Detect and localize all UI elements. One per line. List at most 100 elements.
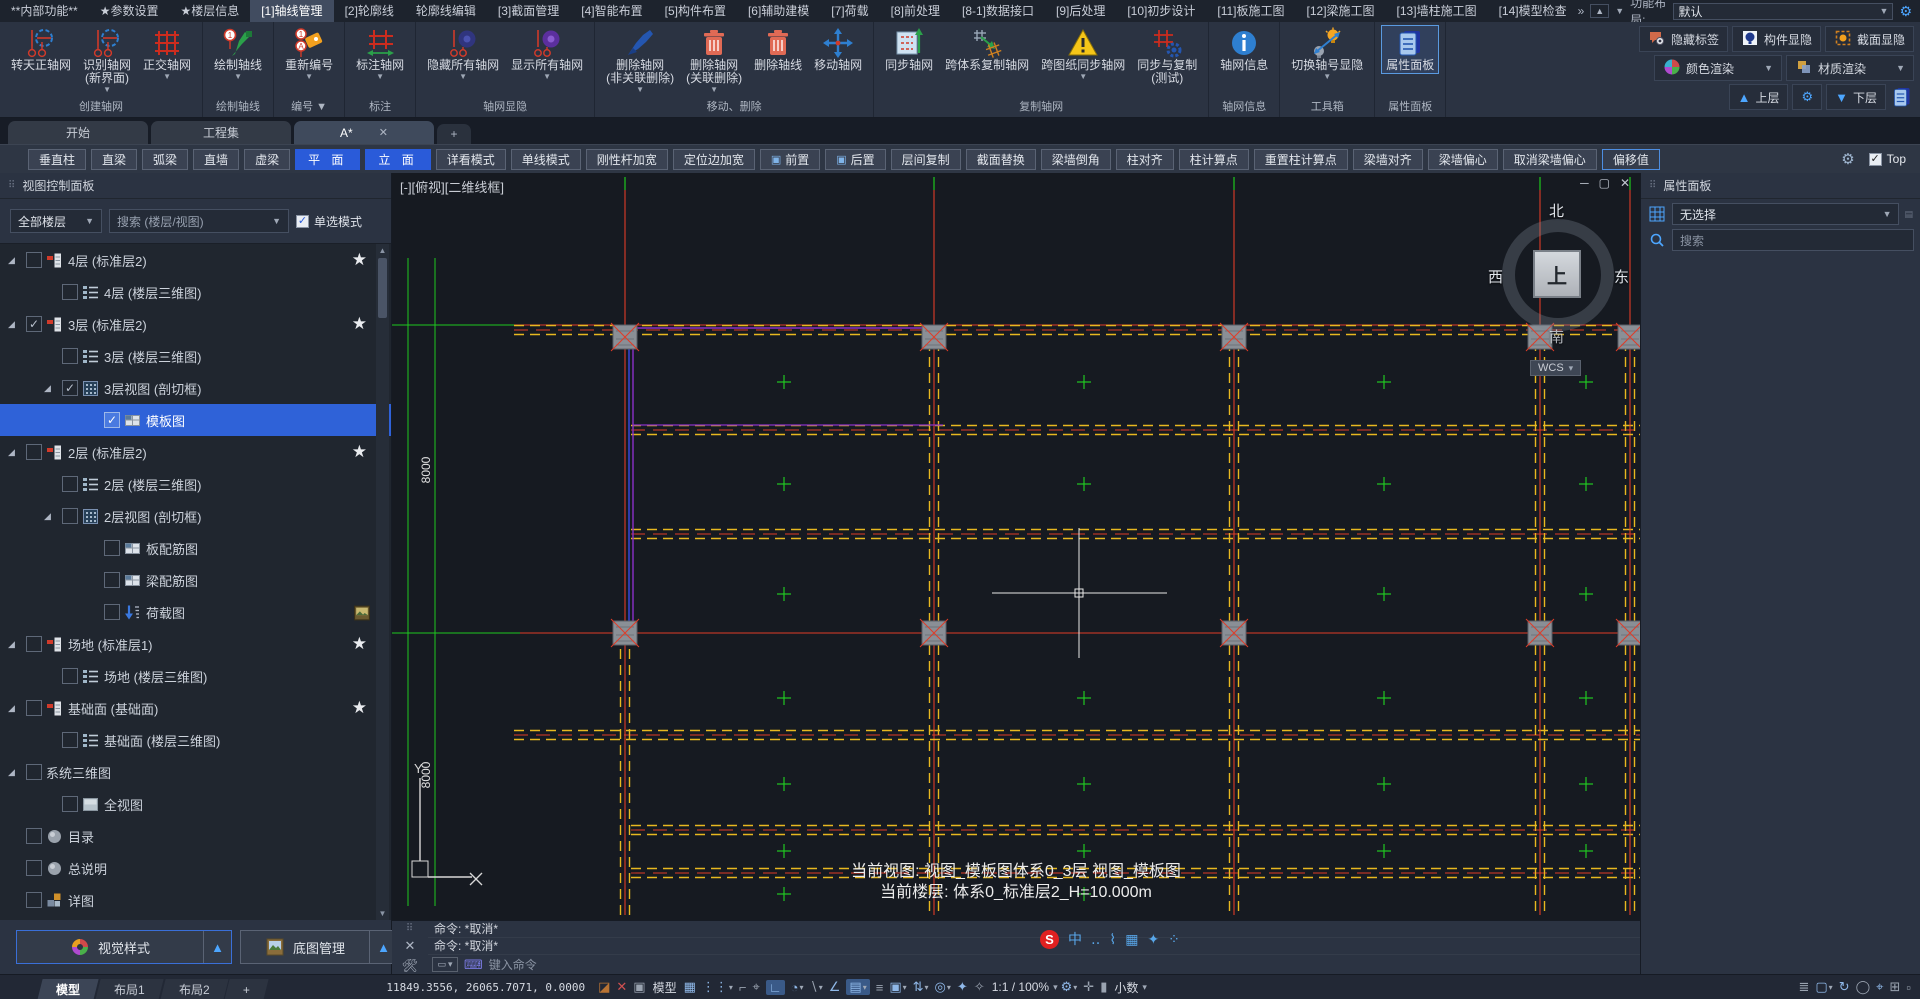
view-compass-top-button[interactable]: 上 bbox=[1533, 250, 1581, 298]
ribbon-right-button-构件显隐[interactable]: 构件显隐 bbox=[1732, 26, 1821, 52]
ime-mic-icon[interactable]: ⌇ bbox=[1109, 931, 1116, 948]
tree-checkbox[interactable] bbox=[26, 636, 42, 652]
polar-tracking-icon[interactable]: ◔▾ bbox=[791, 980, 804, 995]
toolbar-button-后置[interactable]: ▣后置 bbox=[825, 149, 885, 170]
selection-dropdown[interactable]: 无选择 ▼ bbox=[1672, 203, 1899, 225]
ribbon-button-跨图纸同步轴网[interactable]: 跨图纸同步轴网▼ bbox=[1036, 25, 1130, 83]
toolbar-button-定位边加宽[interactable]: 定位边加宽 bbox=[673, 149, 755, 170]
favorite-star-icon[interactable]: ★ bbox=[352, 250, 367, 270]
menu-item-轮廓线编辑[interactable]: 轮廓线编辑 bbox=[405, 0, 487, 22]
transparency-icon[interactable]: ≡ bbox=[876, 980, 884, 995]
expand-arrow-icon[interactable]: ◢ bbox=[44, 383, 51, 394]
ime-handwrite-icon[interactable]: ✦ bbox=[1147, 931, 1159, 948]
ribbon-right-button-截面显隐[interactable]: 截面显隐 bbox=[1825, 26, 1914, 52]
menu-item-14模型检查[interactable]: [14]模型检查 bbox=[1488, 0, 1578, 22]
ribbon-button-同步与复制(测试)[interactable]: 同步与复制(测试) bbox=[1132, 25, 1202, 87]
close-icon[interactable]: ✕ bbox=[379, 126, 388, 139]
document-tab-开始[interactable]: 开始 bbox=[8, 121, 148, 144]
lower-floor-button[interactable]: ▼下层 bbox=[1826, 84, 1886, 110]
tree-item-全视图[interactable]: 全视图 bbox=[0, 788, 391, 820]
command-mode-icon[interactable]: ▭▾ bbox=[432, 957, 458, 972]
tree-checkbox[interactable] bbox=[26, 860, 42, 876]
menu-item-4智能布置[interactable]: [4]智能布置 bbox=[570, 0, 653, 22]
collapse-ribbon-icon[interactable]: » bbox=[1578, 4, 1585, 18]
drawing-viewport[interactable]: Y [-][俯视][二维线框] ─▢✕ 上 北 西 东 南 WCS ▾ 8000… bbox=[392, 173, 1640, 920]
floor-filter-dropdown[interactable]: 全部楼层 ▼ bbox=[10, 209, 102, 233]
ribbon-button-移动轴网[interactable]: 移动轴网 bbox=[809, 25, 867, 74]
tree-checkbox[interactable]: ✓ bbox=[62, 380, 78, 396]
toolbar-button-层间复制[interactable]: 层间复制 bbox=[891, 149, 961, 170]
tree-item-荷载图[interactable]: 荷载图 bbox=[0, 596, 391, 628]
favorite-star-icon[interactable]: ★ bbox=[352, 442, 367, 462]
tree-checkbox[interactable] bbox=[62, 732, 78, 748]
visual-style-expand-icon[interactable]: ▲ bbox=[203, 931, 231, 963]
tree-checkbox[interactable] bbox=[62, 476, 78, 492]
crosshair-icon[interactable]: ✛ bbox=[1083, 979, 1094, 995]
menu-item-8-1数据接口[interactable]: [8-1]数据接口 bbox=[951, 0, 1045, 22]
ribbon-button-显示所有轴网[interactable]: 显示所有轴网▼ bbox=[506, 25, 588, 83]
ribbon-button-切换轴号显隐[interactable]: 切换轴号显隐▼ bbox=[1286, 25, 1368, 83]
tree-item-2层视图[interactable]: ◢2层视图 (剖切框) bbox=[0, 500, 391, 532]
osnap-icon[interactable]: ∠ bbox=[829, 979, 841, 995]
tree-checkbox[interactable] bbox=[26, 892, 42, 908]
tree-item-模板图[interactable]: ✓模板图 bbox=[0, 404, 391, 436]
chevron-down-icon[interactable]: ▼ bbox=[376, 73, 384, 81]
menu-item-7荷载[interactable]: [7]荷载 bbox=[820, 0, 879, 22]
layout-tab-模型[interactable]: 模型 bbox=[37, 979, 98, 999]
menu-item-楼层信息[interactable]: ★楼层信息 bbox=[169, 0, 250, 22]
favorite-star-icon[interactable]: ★ bbox=[352, 634, 367, 654]
selection-cycling-icon[interactable]: ▣▾ bbox=[889, 979, 906, 995]
tree-search-input[interactable]: 搜索 (楼层/视图) ▼ bbox=[109, 209, 289, 233]
tree-item-2层[interactable]: 2层 (楼层三维图) bbox=[0, 468, 391, 500]
chevron-down-icon[interactable]: ▼ bbox=[1323, 73, 1331, 81]
scrollbar-thumb[interactable] bbox=[378, 258, 387, 318]
clean-screen-icon[interactable]: ▢▾ bbox=[1815, 979, 1832, 995]
menu-item-12梁施工图[interactable]: [12]梁施工图 bbox=[1296, 0, 1386, 22]
tree-item-基础面[interactable]: 基础面 (楼层三维图) bbox=[0, 724, 391, 756]
ime-punctuation-icon[interactable]: ‥ bbox=[1091, 931, 1100, 948]
chevron-down-icon[interactable]: ▼ bbox=[234, 73, 242, 81]
ribbon-button-识别轴网(新界面)[interactable]: 识别轴网(新界面)▼ bbox=[78, 25, 136, 96]
toolbar-button-详看模式[interactable]: 详看模式 bbox=[436, 149, 506, 170]
menu-item-10初步设计[interactable]: [10]初步设计 bbox=[1116, 0, 1206, 22]
base-map-button[interactable]: 底图管理 bbox=[241, 931, 369, 963]
toolbar-button-柱对齐[interactable]: 柱对齐 bbox=[1116, 149, 1174, 170]
gear-icon[interactable]: ⚙ bbox=[1899, 3, 1912, 20]
toolbar-button-取消梁墙偏心[interactable]: 取消梁墙偏心 bbox=[1503, 149, 1597, 170]
grid-small-icon[interactable]: ⊞ bbox=[1889, 979, 1900, 995]
tree-item-4层[interactable]: ◢4层 (标准层2)★ bbox=[0, 244, 391, 276]
toolbar-button-前置[interactable]: ▣前置 bbox=[760, 149, 820, 170]
command-input[interactable]: ▭▾ ⌨ 键入命令 bbox=[428, 955, 1640, 974]
target-icon[interactable]: ⌖ bbox=[1876, 979, 1883, 995]
tree-scrollbar[interactable]: ▲ ▼ bbox=[376, 244, 389, 920]
ime-softkeyboard-icon[interactable]: ▦ bbox=[1125, 931, 1138, 948]
properties-doc-icon[interactable] bbox=[1890, 85, 1914, 109]
toolbar-button-刚性杆加宽[interactable]: 刚性杆加宽 bbox=[586, 149, 668, 170]
tree-checkbox[interactable] bbox=[62, 796, 78, 812]
layout-tab-布局2[interactable]: 布局2 bbox=[160, 979, 228, 999]
toolbar-button-重置柱计算点[interactable]: 重置柱计算点 bbox=[1254, 149, 1348, 170]
menu-item-2轮廓线[interactable]: [2]轮廓线 bbox=[334, 0, 405, 22]
floor-settings-gear-icon[interactable]: ⚙ bbox=[1792, 84, 1822, 110]
tree-checkbox[interactable] bbox=[62, 348, 78, 364]
scroll-down-icon[interactable]: ▼ bbox=[378, 909, 387, 918]
expand-arrow-icon[interactable]: ◢ bbox=[8, 767, 15, 778]
ribbon-button-删除轴网(非关联删除)[interactable]: 删除轴网(非关联删除)▼ bbox=[601, 25, 679, 96]
snap-mode-icon[interactable]: ⋮⋮▾ bbox=[702, 979, 733, 995]
units-format-label[interactable]: 小数 bbox=[1114, 979, 1138, 996]
expand-arrow-icon[interactable]: ◢ bbox=[8, 255, 15, 266]
tree-item-3层[interactable]: 3层 (楼层三维图) bbox=[0, 340, 391, 372]
dynamic-ucs-icon[interactable]: ◎▾ bbox=[935, 979, 951, 995]
expand-arrow-icon[interactable]: ◢ bbox=[44, 511, 51, 522]
tree-item-场地[interactable]: ◢场地 (标准层1)★ bbox=[0, 628, 391, 660]
zoom-level-label[interactable]: 1:1 / 100% bbox=[992, 980, 1049, 994]
toolbar-button-柱计算点[interactable]: 柱计算点 bbox=[1179, 149, 1249, 170]
ime-lang-icon[interactable]: 中 bbox=[1068, 929, 1082, 949]
model-space-label[interactable]: 模型 bbox=[653, 979, 677, 996]
tree-checkbox[interactable] bbox=[26, 444, 42, 460]
expand-arrow-icon[interactable]: ◢ bbox=[8, 319, 15, 330]
layout-tab-+[interactable]: + bbox=[225, 979, 269, 999]
ribbon-right-button-隐藏标签[interactable]: 隐藏标签 bbox=[1639, 26, 1728, 52]
menu-item-参数设置[interactable]: ★参数设置 bbox=[89, 0, 170, 22]
tree-item-4层[interactable]: 4层 (楼层三维图) bbox=[0, 276, 391, 308]
